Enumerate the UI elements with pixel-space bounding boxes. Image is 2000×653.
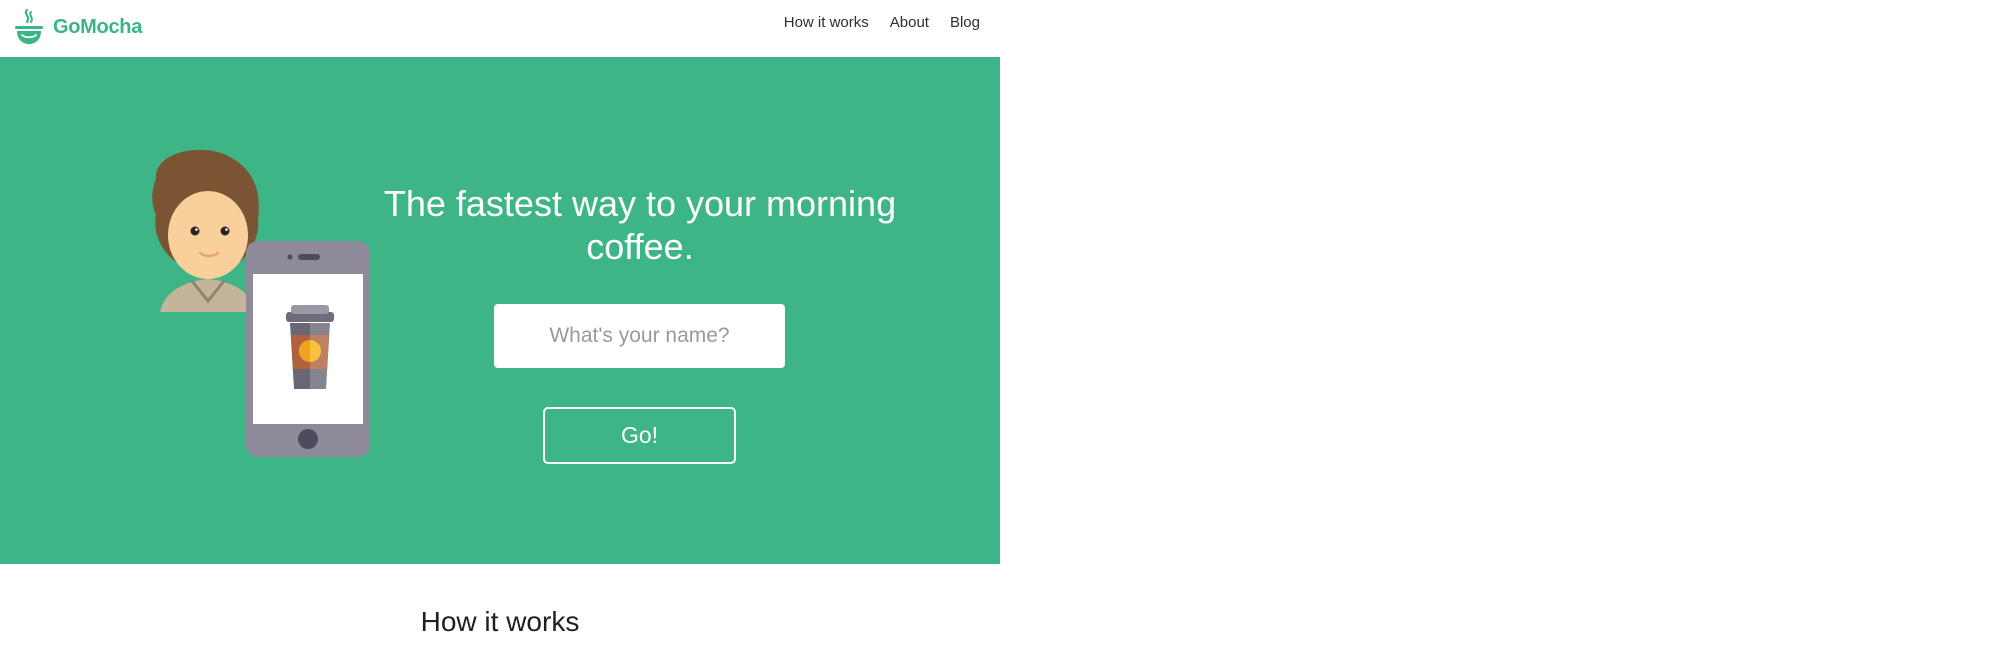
top-navbar: GoMocha How it works About Blog — [0, 0, 1000, 57]
page: GoMocha How it works About Blog The fast… — [0, 0, 2000, 653]
nav-link-how-it-works[interactable]: How it works — [784, 14, 869, 31]
steaming-cup-icon — [15, 8, 43, 44]
nav-link-blog[interactable]: Blog — [950, 14, 980, 31]
person-with-phone-illustration — [152, 149, 370, 457]
nav-link-about[interactable]: About — [890, 14, 929, 31]
brand-link[interactable]: GoMocha — [14, 8, 142, 46]
person-avatar — [152, 149, 259, 312]
nav-links: How it works About Blog — [784, 14, 980, 31]
how-it-works-heading: How it works — [420, 606, 580, 637]
hero-section: The fastest way to your morning coffee. … — [0, 57, 1000, 564]
hero-title: The fastest way to your morning coffee. — [383, 183, 897, 267]
go-button[interactable]: Go! — [543, 407, 736, 464]
brand-name: GoMocha — [53, 15, 143, 38]
name-input[interactable] — [494, 304, 785, 368]
